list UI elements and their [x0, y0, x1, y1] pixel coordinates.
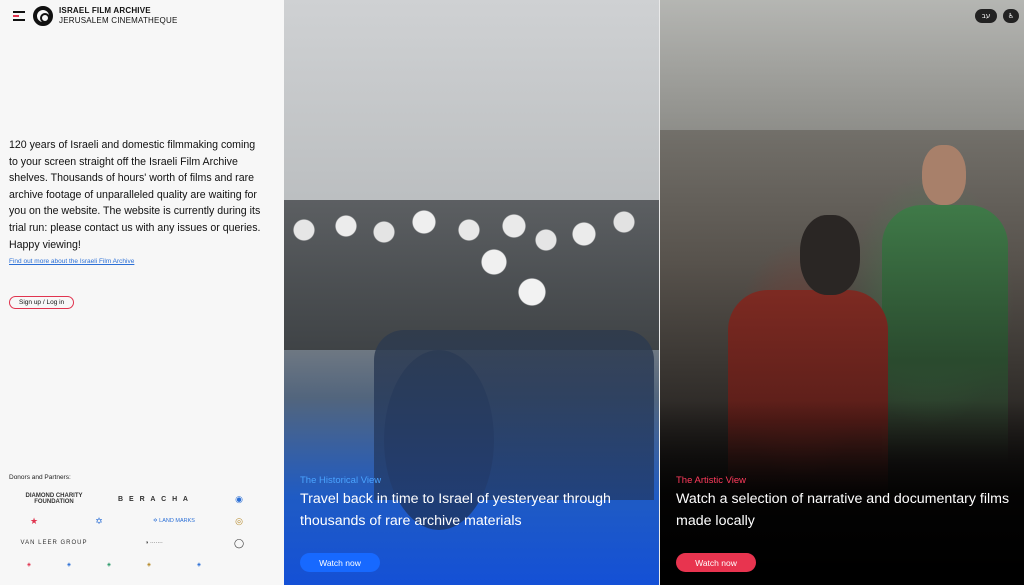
partner-logo: ◈: [26, 562, 32, 568]
logo-title: ISRAEL FILM ARCHIVE: [59, 6, 151, 15]
left-panel: ISRAEL FILM ARCHIVE JERUSALEM CINEMATHEQ…: [0, 0, 284, 585]
historical-view-card[interactable]: The Historical View Travel back in time …: [284, 0, 659, 585]
top-right-controls: עב ♿: [975, 9, 1019, 23]
historical-kicker: The Historical View: [300, 475, 382, 486]
accessibility-icon[interactable]: ♿: [1003, 9, 1019, 23]
partners-logos: DIAMOND CHARITY FOUNDATION B E R A C H A…: [9, 488, 279, 576]
artistic-headline: Watch a selection of narrative and docum…: [676, 491, 1010, 529]
hamburger-menu-icon[interactable]: [13, 11, 25, 21]
partner-logo: ◈: [196, 562, 202, 568]
partner-logo: ✡: [95, 515, 103, 526]
partner-logo: B E R A C H A: [118, 495, 190, 503]
partner-logo: ◈: [146, 562, 152, 568]
partner-logo: ◈: [66, 562, 72, 568]
partner-logo: ✡ LAND MARKS: [153, 518, 195, 524]
partner-logo: ★: [29, 515, 39, 526]
artistic-view-card[interactable]: The Artistic View Watch a selection of n…: [660, 0, 1024, 585]
logo-subtitle: JERUSALEM CINEMATHEQUE: [59, 16, 178, 25]
partner-logo: ◎: [235, 515, 243, 526]
partner-logo: ◉: [235, 493, 243, 504]
signup-login-button[interactable]: Sign up / Log in: [9, 296, 75, 309]
partner-logo: ◈: [106, 562, 112, 568]
historical-headline: Travel back in time to Israel of yestery…: [300, 491, 611, 529]
intro-text: 120 years of Israeli and domestic filmma…: [9, 139, 261, 251]
artistic-kicker: The Artistic View: [676, 475, 747, 486]
partner-logo: VAN LEER GROUP: [20, 540, 88, 546]
historical-watch-button[interactable]: Watch now: [300, 553, 380, 572]
donors-title: Donors and Partners:: [9, 474, 71, 481]
artistic-watch-button[interactable]: Watch now: [676, 553, 756, 572]
site-logo[interactable]: ISRAEL FILM ARCHIVE JERUSALEM CINEMATHEQ…: [33, 6, 178, 26]
partner-logo: DIAMOND CHARITY FOUNDATION: [25, 493, 83, 505]
partner-logo: ◑ ·······: [145, 540, 163, 546]
about-archive-link[interactable]: Find out more about the Israeli Film Arc…: [9, 258, 134, 265]
film-reel-icon: [33, 6, 53, 26]
partner-logo: ◯: [233, 537, 245, 548]
language-toggle-button[interactable]: עב: [975, 9, 997, 23]
